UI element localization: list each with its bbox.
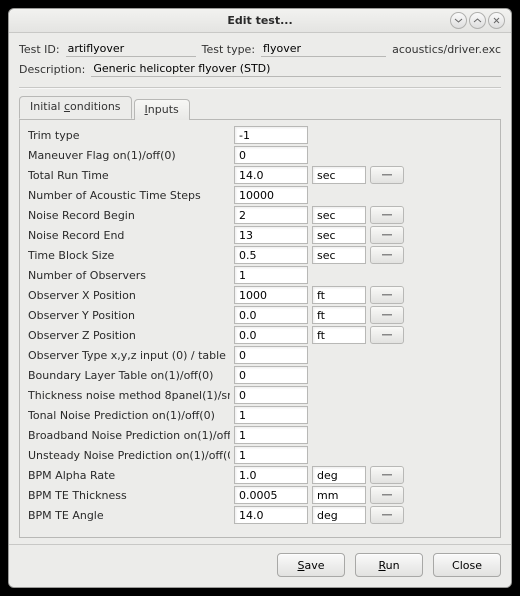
param-label: Tonal Noise Prediction on(1)/off(0) bbox=[28, 409, 230, 422]
maximize-icon[interactable] bbox=[469, 12, 486, 29]
param-value-field[interactable] bbox=[234, 206, 308, 224]
param-unit-field[interactable] bbox=[312, 226, 366, 244]
dialog-footer: Save Run Close bbox=[9, 544, 511, 587]
param-value-field[interactable] bbox=[234, 346, 308, 364]
param-label: Time Block Size bbox=[28, 249, 230, 262]
window-controls bbox=[450, 12, 505, 29]
unit-dropdown-button[interactable] bbox=[370, 466, 404, 484]
param-value-field[interactable] bbox=[234, 226, 308, 244]
param-value-field[interactable] bbox=[234, 366, 308, 384]
unit-dropdown-button[interactable] bbox=[370, 306, 404, 324]
test-type-field[interactable] bbox=[261, 41, 386, 57]
param-label: Number of Acoustic Time Steps bbox=[28, 189, 230, 202]
param-value-field[interactable] bbox=[234, 306, 308, 324]
unit-dropdown-button[interactable] bbox=[370, 286, 404, 304]
param-unit-field[interactable] bbox=[312, 466, 366, 484]
unit-dropdown-button[interactable] bbox=[370, 506, 404, 524]
close-button[interactable]: Close bbox=[433, 553, 501, 577]
param-label: Broadband Noise Prediction on(1)/off(0) bbox=[28, 429, 230, 442]
param-unit-field[interactable] bbox=[312, 166, 366, 184]
param-value-field[interactable] bbox=[234, 406, 308, 424]
param-value-field[interactable] bbox=[234, 266, 308, 284]
unit-dropdown-button[interactable] bbox=[370, 326, 404, 344]
param-unit-field[interactable] bbox=[312, 306, 366, 324]
param-value-field[interactable] bbox=[234, 146, 308, 164]
param-value-field[interactable] bbox=[234, 166, 308, 184]
param-label: Number of Observers bbox=[28, 269, 230, 282]
unit-dropdown-button[interactable] bbox=[370, 486, 404, 504]
param-label: Maneuver Flag on(1)/off(0) bbox=[28, 149, 230, 162]
tab-initial-conditions-pane: Trim type Maneuver Flag on(1)/off(0) Total… bbox=[19, 120, 501, 538]
unit-dropdown-button[interactable] bbox=[370, 166, 404, 184]
tab-inputs[interactable]: Inputs bbox=[134, 99, 190, 120]
parameter-grid: Trim type Maneuver Flag on(1)/off(0) Total… bbox=[28, 126, 492, 524]
param-label: Observer X Position bbox=[28, 289, 230, 302]
param-unit-field[interactable] bbox=[312, 206, 366, 224]
unit-dropdown-button[interactable] bbox=[370, 246, 404, 264]
param-value-field[interactable] bbox=[234, 486, 308, 504]
param-value-field[interactable] bbox=[234, 506, 308, 524]
run-button[interactable]: Run bbox=[355, 553, 423, 577]
param-unit-field[interactable] bbox=[312, 506, 366, 524]
edit-test-window: Edit test... Test ID: Test type: acous bbox=[8, 8, 512, 588]
param-value-field[interactable] bbox=[234, 126, 308, 144]
param-value-field[interactable] bbox=[234, 386, 308, 404]
param-value-field[interactable] bbox=[234, 186, 308, 204]
titlebar: Edit test... bbox=[9, 9, 511, 33]
close-icon[interactable] bbox=[488, 12, 505, 29]
param-label: Observer Y Position bbox=[28, 309, 230, 322]
test-id-label: Test ID: bbox=[19, 43, 60, 56]
unit-dropdown-button[interactable] bbox=[370, 206, 404, 224]
unit-dropdown-button[interactable] bbox=[370, 226, 404, 244]
window-title: Edit test... bbox=[227, 14, 292, 27]
param-value-field[interactable] bbox=[234, 426, 308, 444]
param-label: Boundary Layer Table on(1)/off(0) bbox=[28, 369, 230, 382]
description-field[interactable] bbox=[91, 61, 501, 77]
tab-initial-conditions[interactable]: Initial conditions bbox=[19, 96, 132, 119]
param-unit-field[interactable] bbox=[312, 286, 366, 304]
param-label: BPM TE Thickness bbox=[28, 489, 230, 502]
param-label: Noise Record Begin bbox=[28, 209, 230, 222]
dialog-content: Test ID: Test type: acoustics/driver.exc… bbox=[9, 33, 511, 544]
param-unit-field[interactable] bbox=[312, 486, 366, 504]
tabs: Initial conditionsInputs bbox=[19, 96, 501, 120]
test-id-field[interactable] bbox=[66, 41, 196, 57]
minimize-icon[interactable] bbox=[450, 12, 467, 29]
param-value-field[interactable] bbox=[234, 466, 308, 484]
save-button[interactable]: Save bbox=[277, 553, 345, 577]
param-label: Observer Z Position bbox=[28, 329, 230, 342]
param-value-field[interactable] bbox=[234, 286, 308, 304]
param-label: Trim type bbox=[28, 129, 230, 142]
description-label: Description: bbox=[19, 63, 85, 76]
param-value-field[interactable] bbox=[234, 246, 308, 264]
param-unit-field[interactable] bbox=[312, 246, 366, 264]
separator bbox=[19, 87, 501, 88]
driver-path: acoustics/driver.exc bbox=[392, 43, 501, 56]
param-value-field[interactable] bbox=[234, 446, 308, 464]
param-value-field[interactable] bbox=[234, 326, 308, 344]
test-type-label: Test type: bbox=[202, 43, 255, 56]
param-unit-field[interactable] bbox=[312, 326, 366, 344]
param-label: Noise Record End bbox=[28, 229, 230, 242]
param-label: BPM TE Angle bbox=[28, 509, 230, 522]
param-label: Unsteady Noise Prediction on(1)/off(0) bbox=[28, 449, 230, 462]
param-label: Total Run Time bbox=[28, 169, 230, 182]
param-label: Observer Type x,y,z input (0) / table re… bbox=[28, 349, 230, 362]
param-label: Thickness noise method 8panel(1)/src-sin… bbox=[28, 389, 230, 402]
param-label: BPM Alpha Rate bbox=[28, 469, 230, 482]
